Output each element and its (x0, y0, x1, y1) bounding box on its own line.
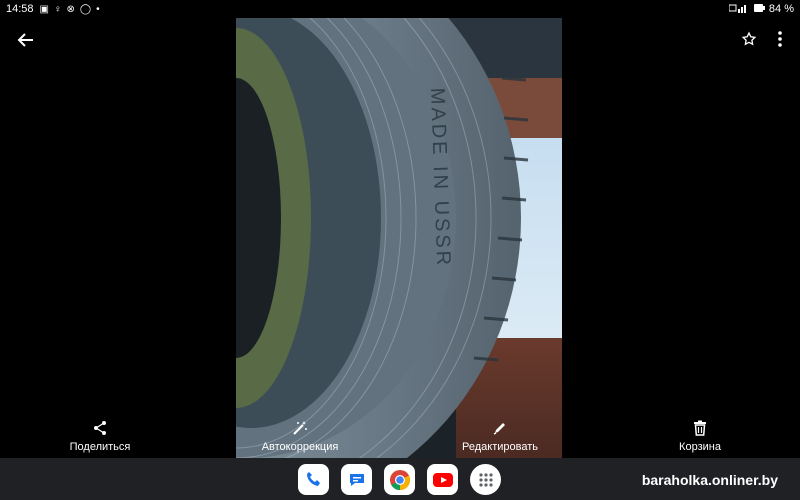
android-icon: ▣ (39, 3, 49, 15)
edit-button[interactable]: Редактировать (440, 418, 560, 453)
battery-percent: 84 % (768, 3, 794, 15)
favorite-button[interactable] (738, 28, 760, 50)
settings-icon: ⊗ (66, 3, 75, 15)
more-vert-icon (778, 31, 782, 47)
youtube-app-icon[interactable] (427, 464, 458, 495)
signal-icon (728, 3, 749, 16)
status-notification-icons: ▣ ♀ ⊗ ◯ • (40, 4, 100, 15)
dot-icon: • (96, 3, 100, 15)
tire-photo: MADE IN USSR (236, 18, 562, 458)
auto-fix-button[interactable]: Автокоррекция (240, 418, 360, 453)
status-time: 14:58 (6, 3, 34, 15)
battery-icon (753, 3, 765, 16)
edit-icon (492, 418, 508, 438)
arrow-left-icon (17, 33, 33, 47)
share-button[interactable]: Поделиться (40, 418, 160, 453)
share-icon (92, 418, 108, 438)
taskbar: baraholka.onliner.by (0, 458, 800, 500)
auto-fix-label: Автокоррекция (261, 441, 339, 453)
status-bar: 14:58 ▣ ♀ ⊗ ◯ • 84 % (0, 0, 800, 18)
more-options-button[interactable] (772, 28, 788, 50)
star-outline-icon (741, 31, 757, 46)
trash-label: Корзина (679, 441, 721, 453)
status-system-icons: 84 % (728, 3, 794, 16)
messages-app-icon[interactable] (341, 464, 372, 495)
trash-button[interactable]: Корзина (640, 418, 760, 453)
chrome-app-icon[interactable] (384, 464, 415, 495)
auto-fix-icon (292, 418, 308, 438)
photo-actions: Поделиться Автокоррекция Редактировать К… (0, 418, 800, 458)
trash-icon (693, 418, 707, 438)
watermark: baraholka.onliner.by (641, 472, 778, 488)
bubble-icon: ◯ (79, 3, 92, 15)
back-button[interactable] (14, 28, 38, 52)
share-label: Поделиться (69, 441, 131, 453)
edit-label: Редактировать (462, 441, 538, 453)
phone-app-icon[interactable] (298, 464, 329, 495)
app-drawer-icon[interactable] (470, 464, 501, 495)
app-dock (298, 464, 501, 495)
photo-view[interactable]: MADE IN USSR (236, 18, 562, 458)
accessibility-icon: ♀ (53, 3, 62, 15)
